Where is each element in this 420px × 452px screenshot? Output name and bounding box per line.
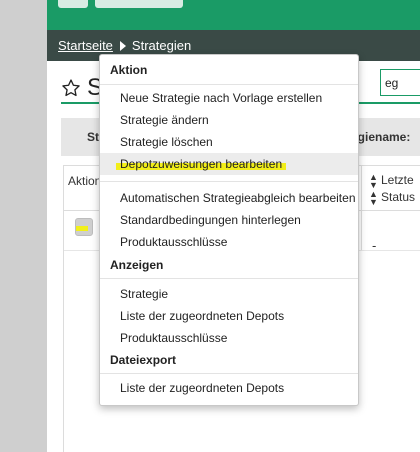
menu-item-standardbedingungen[interactable]: Standardbedingungen hinterlegen (100, 209, 358, 231)
column-header-aktion: Aktion (68, 174, 102, 188)
menu-item-anzeigen-produktausschluesse[interactable]: Produktausschlüsse (100, 327, 358, 349)
star-outline-icon[interactable] (61, 78, 81, 98)
highlight-mark (76, 226, 88, 231)
column-header-status: Status (381, 190, 416, 204)
column-header-letzte: Letzte (381, 173, 414, 187)
menu-section-aktion: Aktion (110, 63, 148, 77)
top-header (47, 0, 420, 30)
page-title: S (61, 71, 103, 105)
menu-divider (100, 181, 358, 182)
menu-divider (100, 278, 358, 279)
menu-item-neue-strategie[interactable]: Neue Strategie nach Vorlage erstellen (100, 87, 358, 109)
header-button-1[interactable] (58, 0, 88, 8)
triangle-right-icon (119, 40, 126, 51)
menu-item-strategie-aendern[interactable]: Strategie ändern (100, 109, 358, 131)
action-dropdown-menu: Aktion Neue Strategie nach Vorlage erste… (99, 54, 359, 406)
header-button-2[interactable] (95, 0, 183, 8)
menu-section-dateiexport: Dateiexport (110, 353, 177, 367)
breadcrumb-home-link[interactable]: Startseite (58, 38, 113, 53)
menu-item-anzeigen-strategie[interactable]: Strategie (100, 283, 358, 305)
filter-label-right: egiename: (351, 130, 411, 144)
menu-item-strategie-loeschen[interactable]: Strategie löschen (100, 131, 358, 153)
sort-icon[interactable]: ▲ ▼ (369, 189, 378, 206)
breadcrumb-current: Strategien (131, 38, 192, 53)
menu-item-anzeigen-depots[interactable]: Liste der zugeordneten Depots (100, 305, 358, 327)
column-header-right[interactable]: ▲ ▼ Letzte ▲ ▼ Status (369, 172, 415, 206)
menu-divider (100, 84, 358, 85)
header-action-button[interactable]: eg (380, 69, 420, 96)
menu-divider (100, 373, 358, 374)
left-sidebar-strip (0, 0, 47, 452)
column-divider (361, 166, 362, 251)
menu-section-anzeigen: Anzeigen (110, 258, 164, 272)
sort-icon[interactable]: ▲ ▼ (369, 172, 378, 189)
filter-label-left: St (87, 130, 99, 144)
menu-item-strategieabgleich[interactable]: Automatischen Strategieabgleich bearbeit… (100, 187, 358, 209)
menu-item-export-depots[interactable]: Liste der zugeordneten Depots (100, 377, 358, 399)
menu-item-depotzuweisungen[interactable]: Depotzuweisungen bearbeiten (100, 153, 358, 175)
menu-item-produktausschluesse[interactable]: Produktausschlüsse (100, 231, 358, 253)
